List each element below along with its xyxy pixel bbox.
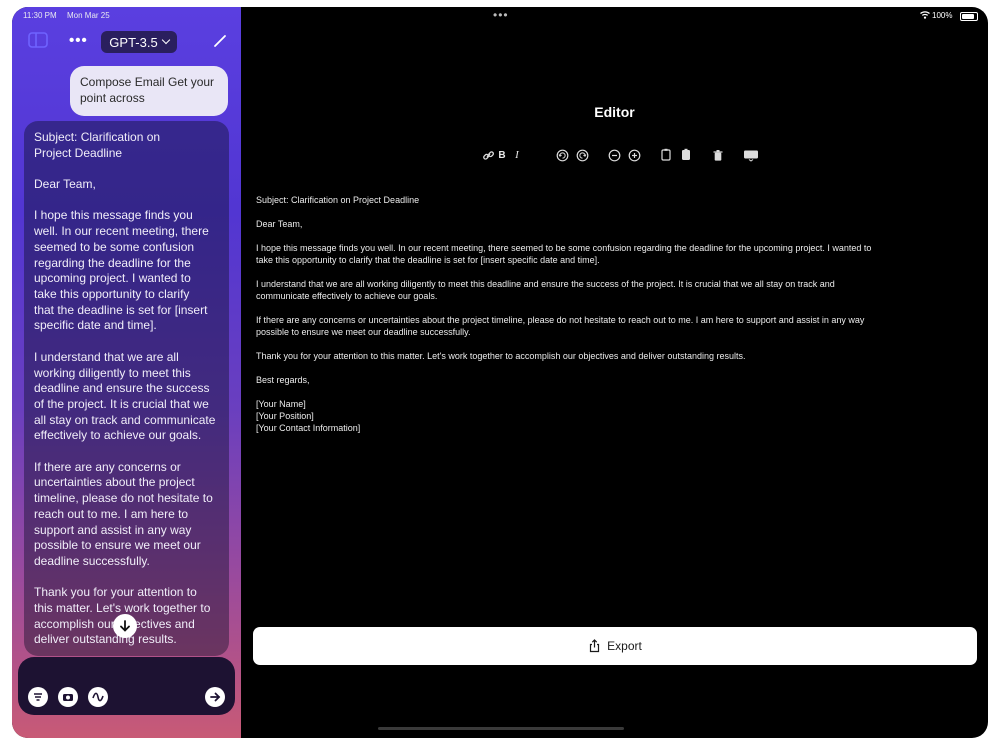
more-options-icon[interactable]: ••• bbox=[69, 32, 88, 49]
assistant-message: Subject: Clarification on Project Deadli… bbox=[24, 121, 229, 656]
export-label: Export bbox=[607, 639, 642, 653]
camera-icon bbox=[63, 694, 73, 701]
filter-button[interactable] bbox=[28, 687, 48, 707]
trash-icon[interactable] bbox=[710, 147, 726, 163]
copy-icon[interactable] bbox=[658, 147, 674, 163]
user-message-bubble: Compose Email Get your point across bbox=[70, 66, 228, 116]
arrow-down-icon bbox=[120, 620, 130, 632]
document-paragraph: I understand that we are all working dil… bbox=[256, 279, 835, 301]
status-time: 11:30 PM bbox=[23, 11, 57, 20]
new-chat-pencil-icon[interactable] bbox=[212, 33, 228, 49]
home-indicator bbox=[378, 727, 624, 730]
document-paragraph: Best regards, bbox=[256, 375, 310, 385]
document-paragraph: Dear Team, bbox=[256, 219, 303, 229]
scroll-to-bottom-button[interactable] bbox=[113, 614, 137, 638]
chevron-down-icon bbox=[161, 35, 170, 45]
bold-icon[interactable]: B bbox=[494, 147, 510, 163]
paste-icon[interactable] bbox=[678, 147, 694, 163]
document-paragraph: I hope this message finds you well. In o… bbox=[256, 243, 872, 265]
battery-percentage: 100% bbox=[932, 11, 953, 20]
send-arrow-icon bbox=[210, 692, 221, 702]
voice-button[interactable] bbox=[88, 687, 108, 707]
document-paragraph: Subject: Clarification on Project Deadli… bbox=[256, 195, 420, 205]
battery-icon bbox=[960, 12, 978, 21]
undo-icon[interactable] bbox=[554, 147, 570, 163]
sidebar-toggle-icon[interactable] bbox=[28, 31, 48, 49]
assistant-paragraph: I understand that we are all working dil… bbox=[34, 349, 216, 443]
editor-document[interactable]: Subject: Clarification on Project Deadli… bbox=[256, 194, 981, 446]
zoom-in-icon[interactable] bbox=[626, 147, 642, 163]
assistant-paragraph: If there are any concerns or uncertainti… bbox=[34, 459, 213, 568]
send-button[interactable] bbox=[205, 687, 225, 707]
document-paragraph: Thank you for your attention to this mat… bbox=[256, 351, 746, 361]
camera-button[interactable] bbox=[58, 687, 78, 707]
share-icon bbox=[590, 639, 600, 653]
redo-icon[interactable] bbox=[574, 147, 590, 163]
document-paragraph: If there are any concerns or uncertainti… bbox=[256, 315, 865, 337]
assistant-paragraph: Subject: Clarification on Project Deadli… bbox=[34, 130, 161, 160]
document-paragraph: [Your Name] [Your Position] [Your Contac… bbox=[256, 399, 361, 433]
message-composer[interactable] bbox=[18, 657, 235, 715]
model-selector[interactable]: GPT-3.5 bbox=[101, 31, 177, 53]
status-date: Mon Mar 25 bbox=[67, 11, 110, 20]
wifi-icon bbox=[920, 11, 930, 19]
user-message-text: Compose Email Get your point across bbox=[80, 75, 215, 105]
assistant-paragraph: Dear Team, bbox=[34, 177, 96, 192]
zoom-out-icon[interactable] bbox=[606, 147, 622, 163]
app-window: ••• GPT-3.5 Compose Email Get your point… bbox=[12, 7, 988, 738]
waveform-icon bbox=[92, 692, 104, 702]
page-title: Editor bbox=[594, 104, 635, 120]
export-button[interactable]: Export bbox=[253, 627, 977, 665]
italic-icon[interactable]: I bbox=[509, 147, 525, 163]
filter-icon bbox=[34, 693, 42, 701]
assistant-paragraph: I hope this message finds you well. In o… bbox=[34, 208, 209, 333]
keyboard-icon[interactable] bbox=[743, 147, 759, 163]
multitasking-dots-icon[interactable]: ••• bbox=[493, 8, 509, 22]
model-selector-label: GPT-3.5 bbox=[109, 34, 158, 50]
chat-sidebar: ••• GPT-3.5 Compose Email Get your point… bbox=[12, 7, 241, 738]
